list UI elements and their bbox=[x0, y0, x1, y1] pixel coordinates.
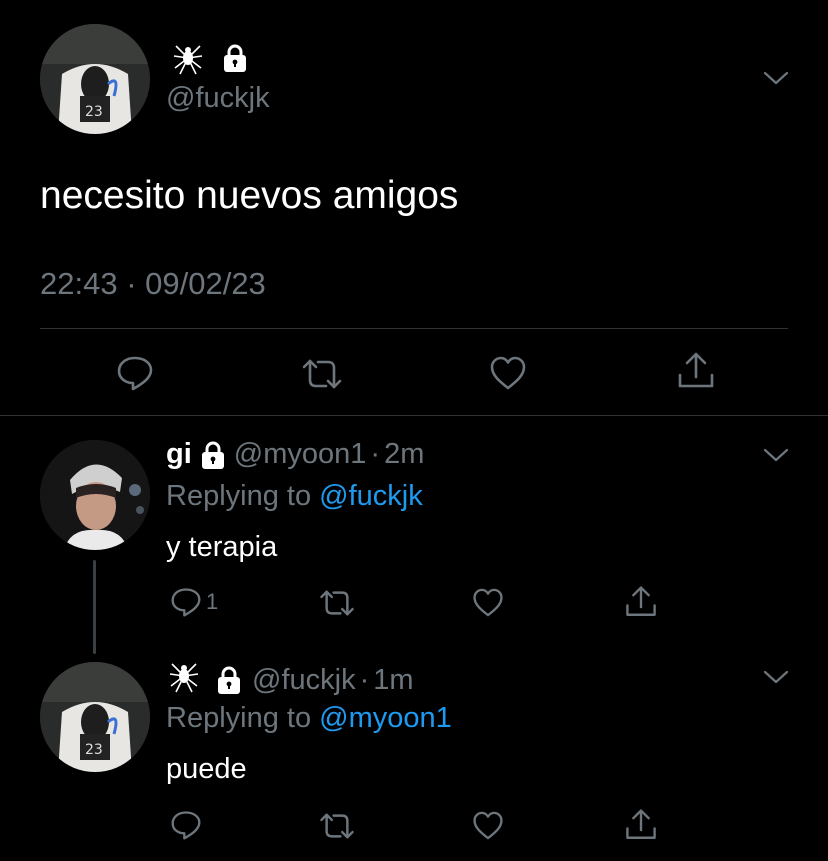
share-icon[interactable] bbox=[676, 351, 716, 391]
author-handle[interactable]: @fuckjk bbox=[166, 82, 270, 115]
share-icon[interactable] bbox=[624, 808, 658, 842]
tweet-timestamp[interactable]: 22:43 · 09/02/23 bbox=[40, 266, 266, 302]
like-icon[interactable] bbox=[472, 811, 504, 840]
reply-header: @fuckjk · 1m bbox=[166, 658, 414, 702]
retweet-icon[interactable] bbox=[318, 589, 356, 617]
avatar[interactable]: 23 bbox=[40, 24, 150, 134]
reply-button[interactable]: 1 bbox=[170, 587, 218, 617]
like-icon[interactable] bbox=[489, 356, 527, 390]
lock-icon bbox=[214, 665, 244, 695]
replying-to-label: Replying to bbox=[166, 702, 312, 734]
replying-to-label: Replying to bbox=[166, 480, 312, 512]
retweet-icon[interactable] bbox=[318, 812, 356, 840]
replying-to-handle[interactable]: @fuckjk bbox=[319, 480, 423, 512]
replying-to: Replying to @myoon1 bbox=[166, 702, 452, 735]
separator: · bbox=[359, 663, 370, 696]
retweet-icon[interactable] bbox=[300, 358, 344, 390]
replying-to: Replying to @fuckjk bbox=[166, 480, 423, 513]
reply-time[interactable]: 2m bbox=[384, 438, 424, 471]
display-name[interactable]: gi bbox=[166, 438, 192, 471]
reply-icon[interactable] bbox=[170, 810, 202, 840]
svg-text:23: 23 bbox=[85, 104, 103, 120]
reply-icon bbox=[170, 587, 202, 617]
reply-icon[interactable] bbox=[116, 355, 154, 391]
like-icon[interactable] bbox=[472, 588, 504, 617]
svg-text:23: 23 bbox=[85, 742, 103, 758]
divider bbox=[0, 415, 828, 416]
author-handle[interactable]: @myoon1 bbox=[234, 438, 367, 471]
avatar[interactable]: 23 bbox=[40, 662, 150, 772]
reply-time[interactable]: 1m bbox=[373, 664, 413, 697]
lock-icon bbox=[198, 440, 228, 470]
reply-count: 1 bbox=[206, 589, 219, 614]
chevron-down-icon[interactable] bbox=[763, 70, 789, 86]
tweet-text: puede bbox=[166, 753, 247, 785]
spider-icon bbox=[170, 40, 206, 81]
separator: · bbox=[370, 438, 381, 470]
divider bbox=[40, 328, 788, 329]
tweet-text: necesito nuevos amigos bbox=[40, 174, 459, 217]
lock-icon bbox=[220, 43, 250, 73]
spider-icon bbox=[166, 658, 202, 702]
chevron-down-icon[interactable] bbox=[763, 669, 789, 685]
reply-header: gi @myoon1 · 2m bbox=[166, 438, 424, 471]
replying-to-handle[interactable]: @myoon1 bbox=[319, 702, 452, 734]
author-handle[interactable]: @fuckjk bbox=[252, 664, 356, 697]
chevron-down-icon[interactable] bbox=[763, 447, 789, 463]
thread-line bbox=[93, 560, 96, 654]
tweet-text: y terapia bbox=[166, 531, 278, 563]
share-icon[interactable] bbox=[624, 585, 658, 619]
avatar[interactable] bbox=[40, 440, 150, 550]
